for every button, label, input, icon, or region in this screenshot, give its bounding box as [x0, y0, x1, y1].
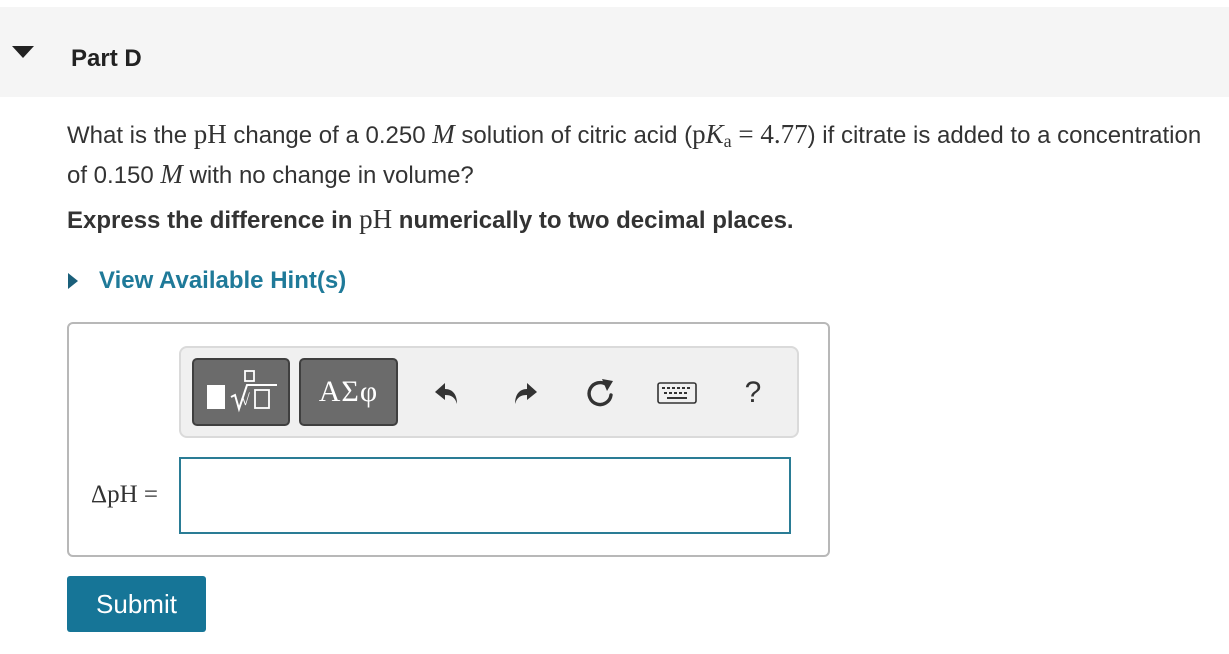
question-text: What is the pH change of a 0.250 M solut…	[67, 118, 1207, 192]
instruction-text-segment: Express the difference in	[67, 207, 360, 234]
answer-box: √ ΑΣφ ? ΔpH =	[67, 322, 830, 557]
math-pka: pKa = 4.77	[692, 119, 808, 151]
symbols-label: ΑΣφ	[318, 375, 379, 408]
answer-label: ΔpH =	[91, 481, 158, 508]
undo-icon[interactable]	[427, 373, 467, 413]
reset-icon[interactable]	[581, 373, 621, 413]
question-text-segment: with no change in volume?	[182, 162, 474, 189]
help-button[interactable]: ?	[733, 373, 773, 413]
svg-text:√: √	[241, 392, 250, 409]
question-text-segment: What is the	[67, 122, 194, 149]
question-text-segment: change of a 0.250	[226, 122, 433, 149]
symbols-button[interactable]: ΑΣφ	[299, 358, 398, 426]
math-ph: pH	[193, 119, 227, 149]
answer-input[interactable]	[179, 457, 791, 534]
keyboard-icon[interactable]	[657, 373, 697, 413]
math-pka-value: = 4.77	[731, 119, 808, 149]
math-molarity: M	[160, 159, 183, 189]
part-header: Part D	[0, 7, 1229, 97]
question-text-segment: solution of citric acid (	[454, 122, 693, 149]
math-molarity: M	[432, 119, 455, 149]
view-hints-toggle[interactable]: View Available Hint(s)	[67, 265, 346, 297]
view-hints-link[interactable]: View Available Hint(s)	[99, 267, 346, 295]
submit-button[interactable]: Submit	[67, 576, 206, 632]
instruction-text: Express the difference in pH numerically…	[67, 204, 794, 235]
math-ph: pH	[359, 204, 393, 234]
part-title: Part D	[71, 45, 142, 72]
math-pka-subscript: a	[723, 131, 732, 151]
math-toolbar: √ ΑΣφ ?	[179, 346, 799, 438]
redo-icon[interactable]	[505, 373, 545, 413]
collapse-triangle-icon[interactable]	[12, 44, 34, 60]
templates-button[interactable]: √	[192, 358, 290, 426]
math-pka-k: K	[705, 119, 724, 149]
expand-triangle-icon	[67, 272, 79, 290]
math-pka-p: p	[692, 119, 706, 149]
templates-icon: √	[201, 365, 281, 420]
help-label: ?	[744, 376, 762, 409]
instruction-text-segment: numerically to two decimal places.	[392, 207, 794, 234]
